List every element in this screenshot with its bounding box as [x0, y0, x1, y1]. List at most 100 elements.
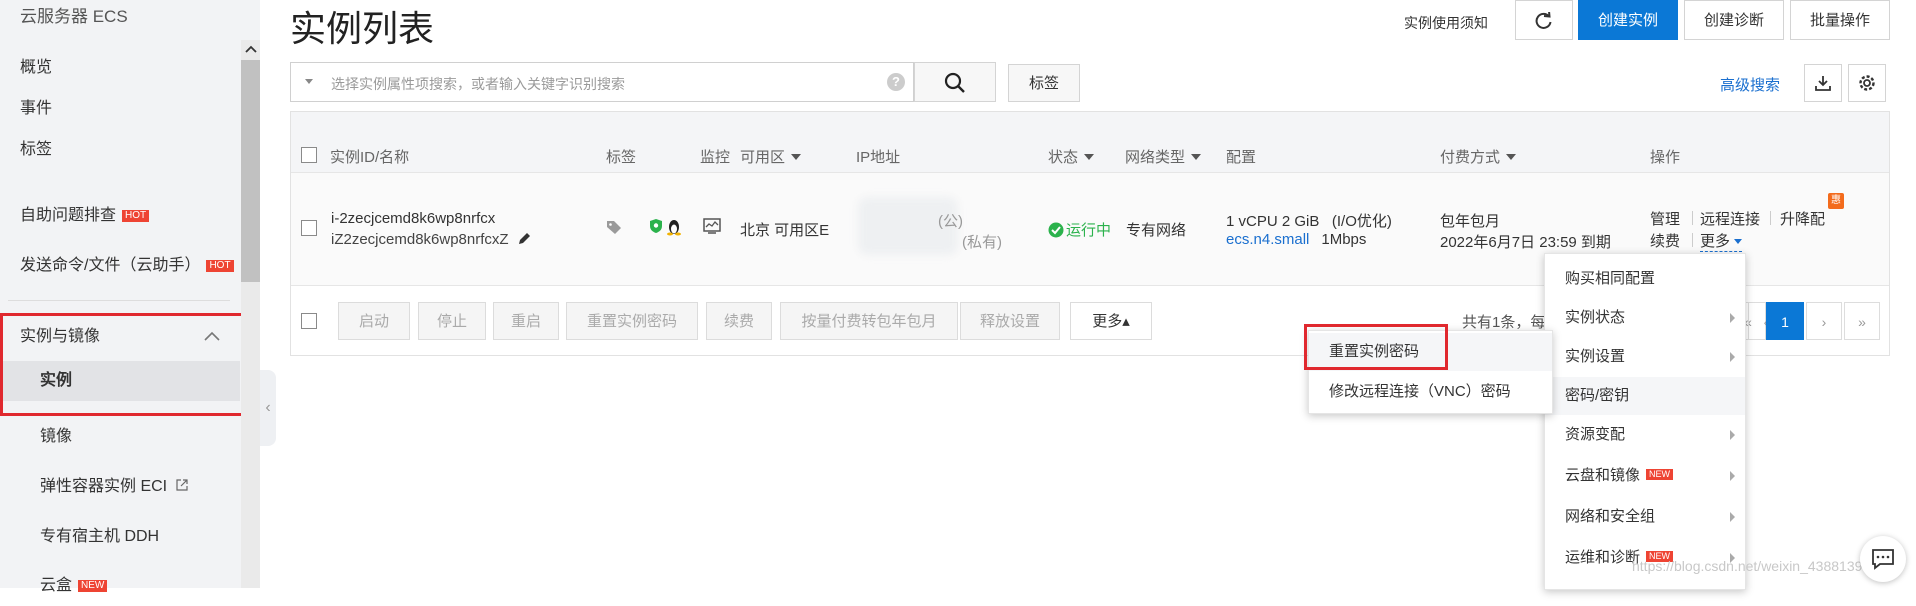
- batch-operations-button[interactable]: 批量操作: [1790, 0, 1890, 40]
- menu-item-network-security[interactable]: 网络和安全组: [1545, 498, 1745, 536]
- chevron-right-icon: [1730, 352, 1735, 362]
- col-billing-label: 付费方式: [1440, 149, 1501, 166]
- sidebar-item-cloudbox[interactable]: 云盒 NEW: [0, 566, 240, 606]
- status-text: 运行中: [1066, 222, 1112, 239]
- instance-type-link[interactable]: ecs.n4.small: [1226, 231, 1309, 248]
- batch-release-settings-button[interactable]: 释放设置: [960, 302, 1060, 340]
- sidebar-item-label: 概览: [20, 59, 53, 76]
- col-ip: IP地址: [856, 149, 901, 166]
- menu-item-label: 实例状态: [1565, 309, 1626, 326]
- caret-down-icon: [1734, 239, 1743, 244]
- upgrade-link[interactable]: 升降配: [1780, 208, 1825, 229]
- tag-filter-button[interactable]: 标签: [1008, 64, 1080, 102]
- menu-item-label: 密码/密钥: [1565, 387, 1630, 404]
- highlight-box: [0, 313, 254, 416]
- menu-item-label: 资源变配: [1565, 426, 1626, 443]
- menu-item-label: 运维和诊断: [1565, 549, 1641, 566]
- zone-cell: 北京 可用区E: [740, 222, 830, 239]
- tag-icon[interactable]: [606, 220, 622, 234]
- menu-item-instance-settings[interactable]: 实例设置: [1545, 338, 1745, 376]
- renew-link[interactable]: 续费: [1650, 230, 1680, 251]
- sidebar-scroll-thumb[interactable]: [241, 60, 260, 282]
- chat-button[interactable]: [1860, 536, 1906, 582]
- advanced-search-link[interactable]: 高级搜索: [1720, 74, 1780, 95]
- settings-button[interactable]: [1848, 64, 1886, 102]
- download-icon: [1815, 76, 1831, 91]
- col-network[interactable]: 网络类型: [1125, 146, 1202, 167]
- create-diagnosis-button[interactable]: 创建诊断: [1684, 0, 1784, 40]
- sidebar-item-cloud-assistant[interactable]: 发送命令/文件（云助手） HOT: [0, 246, 240, 286]
- sidebar-title: 云服务器 ECS: [20, 7, 128, 26]
- usage-notice-link[interactable]: 实例使用须知: [1404, 13, 1488, 33]
- col-id: 实例ID/名称: [330, 149, 410, 166]
- config-spec: 1 vCPU 2 GiB (I/O优化): [1226, 213, 1392, 230]
- sidebar-item-overview[interactable]: 概览: [0, 48, 240, 88]
- sidebar-item-troubleshoot[interactable]: 自助问题排查 HOT: [0, 196, 240, 236]
- menu-item-instance-status[interactable]: 实例状态: [1545, 299, 1745, 337]
- discount-badge: 惠: [1828, 193, 1844, 209]
- hot-badge: HOT: [206, 260, 234, 272]
- sidebar-item-ddh[interactable]: 专有宿主机 DDH: [0, 517, 240, 557]
- ops-divider: [1692, 211, 1693, 225]
- gear-icon: [1859, 75, 1875, 91]
- new-badge: NEW: [78, 580, 108, 592]
- watermark: https://blog.csdn.net/weixin_43881394: [1632, 558, 1871, 574]
- sidebar-item-label: 专有宿主机 DDH: [40, 528, 160, 545]
- col-zone-label: 可用区: [740, 149, 786, 166]
- sidebar-item-images[interactable]: 镜像: [0, 417, 240, 457]
- linux-penguin-icon: [667, 220, 681, 236]
- search-button[interactable]: [914, 62, 996, 102]
- caret-down-icon: [305, 79, 313, 84]
- refresh-button[interactable]: [1515, 0, 1573, 40]
- help-icon[interactable]: ?: [887, 73, 905, 91]
- more-dropdown[interactable]: 更多: [1700, 230, 1743, 252]
- security-shield-icon[interactable]: [648, 218, 664, 234]
- monitor-chart-icon[interactable]: [703, 218, 721, 234]
- page-last-button[interactable]: »: [1844, 302, 1880, 340]
- sidebar-collapse-toggle[interactable]: ‹: [260, 370, 276, 446]
- menu-item-buy-same[interactable]: 购买相同配置: [1545, 260, 1745, 298]
- more-label: 更多: [1700, 233, 1731, 250]
- batch-start-button[interactable]: 启动: [338, 302, 410, 340]
- batch-convert-billing-button[interactable]: 按量付费转包年包月: [780, 302, 958, 340]
- batch-select-checkbox[interactable]: [301, 313, 317, 329]
- config-type-line: ecs.n4.small 1Mbps: [1226, 231, 1366, 248]
- col-status[interactable]: 状态: [1048, 146, 1095, 167]
- instance-id-link[interactable]: i-2zecjcemd8k6wp8nrfcx: [331, 210, 495, 227]
- page-title: 实例列表: [290, 8, 435, 49]
- select-all-checkbox[interactable]: [301, 147, 317, 163]
- edit-pencil-icon[interactable]: [517, 232, 531, 246]
- page-next-button[interactable]: ›: [1806, 302, 1842, 340]
- search-input[interactable]: 选择实例属性项搜索，或者输入关键字识别搜索 ?: [290, 62, 914, 102]
- sidebar-item-eci[interactable]: 弹性容器实例 ECI: [0, 467, 240, 507]
- remote-connect-link[interactable]: 远程连接: [1700, 208, 1760, 229]
- sidebar-item-label: 自助问题排查: [20, 207, 117, 224]
- col-monitor: 监控: [700, 149, 731, 166]
- highlight-box: [1304, 324, 1448, 370]
- menu-item-disk-image[interactable]: 云盘和镜像 NEW: [1545, 457, 1745, 495]
- menu-item-resource-change[interactable]: 资源变配: [1545, 416, 1745, 454]
- col-zone[interactable]: 可用区: [740, 146, 802, 167]
- chevron-right-icon: [1730, 313, 1735, 323]
- sidebar-item-events[interactable]: 事件: [0, 89, 240, 129]
- col-billing[interactable]: 付费方式: [1440, 146, 1517, 167]
- export-button[interactable]: [1804, 64, 1842, 102]
- menu-item-label: 云盘和镜像: [1565, 467, 1641, 484]
- menu-item-password-key[interactable]: 密码/密钥: [1545, 377, 1745, 415]
- check-circle-icon: [1048, 222, 1064, 238]
- row-checkbox[interactable]: [301, 220, 317, 236]
- page-1-button[interactable]: 1: [1766, 302, 1804, 340]
- menu-item-vnc-password[interactable]: 修改远程连接（VNC）密码: [1309, 373, 1552, 411]
- batch-more-button[interactable]: 更多▴: [1070, 302, 1152, 340]
- caret-down-icon: [1506, 154, 1517, 160]
- batch-restart-button[interactable]: 重启: [493, 302, 559, 340]
- sidebar-item-tags[interactable]: 标签: [0, 130, 240, 170]
- batch-stop-button[interactable]: 停止: [418, 302, 486, 340]
- col-config: 配置: [1226, 149, 1257, 166]
- create-instance-button[interactable]: 创建实例: [1578, 0, 1678, 40]
- manage-link[interactable]: 管理: [1650, 208, 1680, 229]
- batch-renew-button[interactable]: 续费: [706, 302, 772, 340]
- scroll-up-icon[interactable]: [244, 44, 258, 54]
- batch-reset-password-button[interactable]: 重置实例密码: [566, 302, 698, 340]
- sidebar-item-label: 事件: [20, 100, 53, 117]
